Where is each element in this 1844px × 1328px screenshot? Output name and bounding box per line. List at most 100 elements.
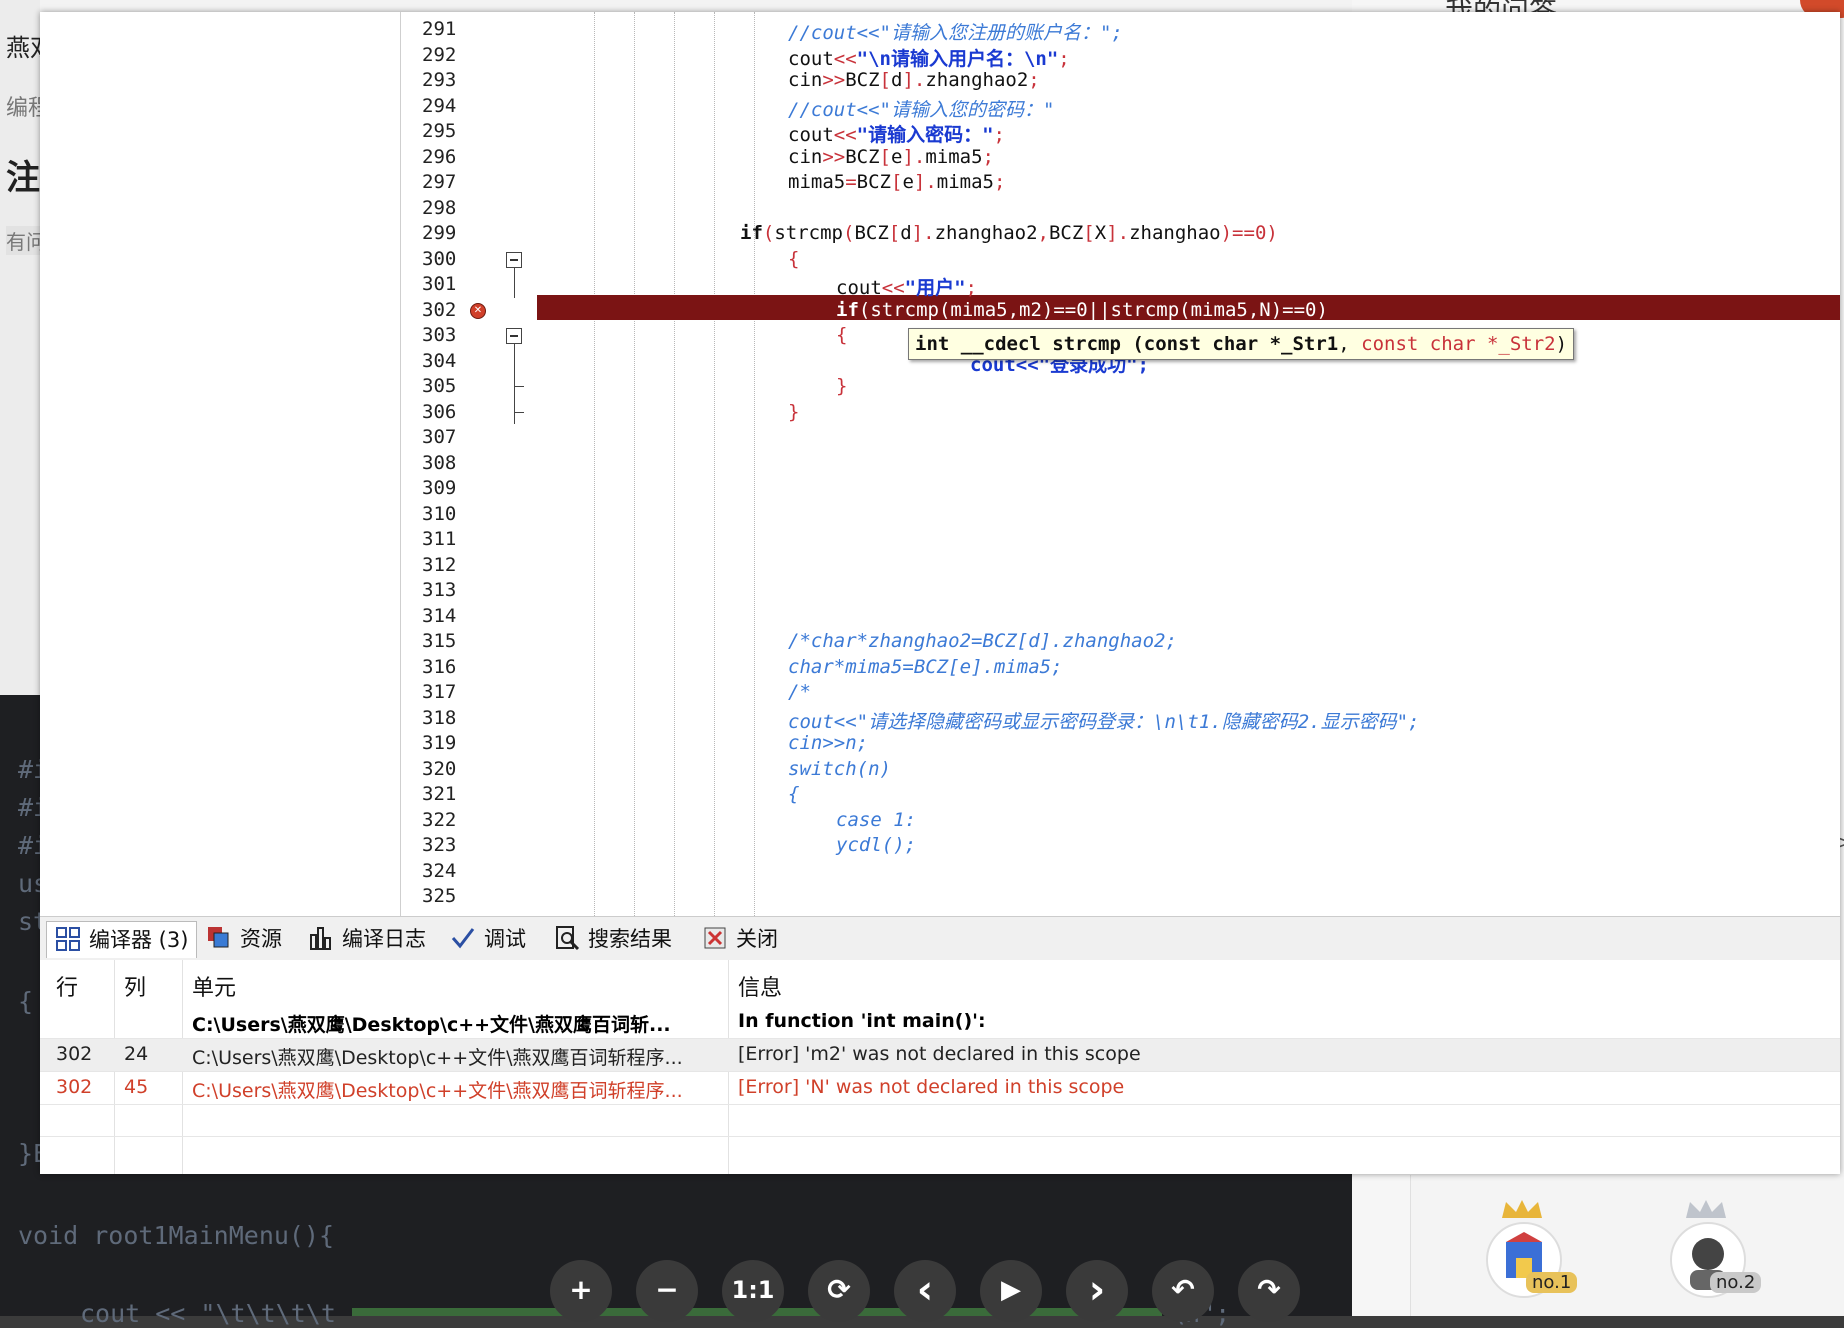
line-number: 292: [422, 44, 457, 66]
bar-chart-icon: [308, 925, 334, 951]
line-number: 294: [422, 95, 457, 117]
tab-search-results[interactable]: 搜索结果: [554, 921, 672, 957]
line-number: 302: [422, 299, 457, 321]
play-button[interactable]: ▶: [980, 1260, 1042, 1322]
line-number: 318: [422, 707, 457, 729]
tab-compiler-label: 编译器 (3): [89, 928, 189, 952]
line-number: 295: [422, 120, 457, 142]
code-line-316: /*char*zhanghao2=BCZ[d].zhanghao2;: [788, 630, 1177, 652]
column-header-line[interactable]: 行: [56, 970, 78, 1002]
line-number: 319: [422, 732, 457, 754]
rotate-button[interactable]: ⟳: [808, 1260, 870, 1322]
fold-toggle-icon[interactable]: [506, 252, 522, 268]
line-number: 308: [422, 452, 457, 474]
column-header-col[interactable]: 列: [124, 970, 146, 1002]
code-line-323: case 1:: [836, 809, 917, 831]
compiler-messages-grid[interactable]: 行 列 单元 信息 C:\Users\燕双鹰\Desktop\c++文件\燕双鹰…: [40, 960, 1840, 1174]
row-unit: C:\Users\燕双鹰\Desktop\c++文件\燕双鹰百词斩程序...: [192, 1080, 683, 1102]
line-number: 312: [422, 554, 457, 576]
code-line-320: cin>>n;: [788, 732, 869, 754]
actual-size-button[interactable]: 1:1: [722, 1260, 784, 1322]
row-divider: [40, 1104, 1840, 1105]
line-number: 310: [422, 503, 457, 525]
ranking-badge-2: no.2: [1710, 1272, 1762, 1293]
line-number: 309: [422, 477, 457, 499]
resources-icon: [206, 925, 232, 951]
column-header-info[interactable]: 信息: [738, 970, 782, 1002]
line-number: 293: [422, 69, 457, 91]
line-number: 304: [422, 350, 457, 372]
line-number: 317: [422, 681, 457, 703]
tab-debug[interactable]: 调试: [450, 921, 526, 957]
code-line-294: //cout<<"请输入您的密码：": [788, 99, 1055, 121]
line-number: 324: [422, 860, 457, 882]
tooltip-param-1: const char *_Str1: [1143, 333, 1339, 355]
tab-compile-log-label: 编译日志: [342, 927, 426, 951]
line-number: 321: [422, 783, 457, 805]
redo-button[interactable]: ↷: [1238, 1260, 1300, 1322]
row-info: [Error] 'm2' was not declared in this sc…: [738, 1043, 1141, 1065]
search-document-icon: [554, 925, 580, 951]
fold-toggle-icon[interactable]: [506, 328, 522, 344]
background-page-top: [0, 0, 1400, 12]
function-signature-tooltip: int __cdecl strcmp (const char *_Str1, c…: [908, 328, 1575, 360]
tab-debug-label: 调试: [484, 927, 526, 951]
fold-margin[interactable]: [478, 12, 536, 916]
tooltip-param-2: const char *_Str2: [1361, 333, 1556, 355]
tab-close[interactable]: 关闭: [702, 921, 778, 957]
line-number: 306: [422, 401, 457, 423]
undo-button[interactable]: ↶: [1152, 1260, 1214, 1322]
code-line-295: cout<<"请输入密码：";: [788, 124, 1005, 146]
line-number: 305: [422, 375, 457, 397]
column-header-unit[interactable]: 单元: [192, 970, 236, 1002]
table-row[interactable]: C:\Users\燕双鹰\Desktop\c++文件\燕双鹰百词斩... In …: [40, 1006, 1840, 1038]
line-number: 307: [422, 426, 457, 448]
project-browser-panel[interactable]: [40, 12, 401, 916]
line-number: 297: [422, 171, 457, 193]
code-line-324: ycdl();: [836, 834, 917, 856]
tooltip-prefix: int __cdecl strcmp (: [915, 333, 1144, 355]
next-button[interactable]: ›: [1066, 1260, 1128, 1322]
code-line-293: cin>>BCZ[d].zhanghao2;: [788, 69, 1040, 91]
tab-compiler[interactable]: 编译器 (3): [46, 921, 198, 958]
code-line-317: char*mima5=BCZ[e].mima5;: [788, 656, 1063, 678]
line-number: 291: [422, 18, 457, 40]
code-line-302: if(strcmp(mima5,m2)==0||strcmp(mima5,N)=…: [836, 299, 1328, 321]
line-number: 325: [422, 885, 457, 907]
bottom-panel-tabs: 编译器 (3) 资源 编译日志 调试 搜索结果 关闭: [40, 916, 1840, 962]
indent-guide: [594, 12, 595, 916]
table-row[interactable]: 302 24 C:\Users\燕双鹰\Desktop\c++文件\燕双鹰百词斩…: [40, 1039, 1840, 1071]
ide-window: 291 292 293 294 295 296 297 298 299 300 …: [40, 12, 1840, 1174]
code-line-292: cout<<"\n请输入用户名：\n";: [788, 48, 1070, 70]
code-editor[interactable]: [536, 12, 1840, 916]
gold-crown-icon: [1500, 1198, 1544, 1220]
silver-crown-icon: [1684, 1198, 1728, 1220]
previous-button[interactable]: ‹: [894, 1260, 956, 1322]
error-marker-icon[interactable]: ✕: [470, 303, 486, 319]
line-number: 320: [422, 758, 457, 780]
checkmark-icon: [450, 925, 476, 951]
row-line: 302: [56, 1076, 93, 1098]
zoom-out-button[interactable]: −: [636, 1260, 698, 1322]
row-col: 45: [124, 1076, 149, 1098]
line-number: 301: [422, 273, 457, 295]
line-number: 313: [422, 579, 457, 601]
tab-close-label: 关闭: [736, 927, 778, 951]
code-line-318: /*: [788, 681, 811, 703]
line-number: 296: [422, 146, 457, 168]
code-line-300: {: [788, 248, 800, 270]
fold-end-tick: [514, 412, 524, 413]
code-line-306: }: [788, 401, 800, 423]
tab-resources[interactable]: 资源: [206, 921, 282, 957]
line-number: 322: [422, 809, 457, 831]
fold-line: [514, 268, 515, 298]
row-info: In function 'int main()':: [738, 1010, 986, 1032]
tab-compile-log[interactable]: 编译日志: [308, 921, 426, 957]
code-line-296: cin>>BCZ[e].mima5;: [788, 146, 994, 168]
table-row[interactable]: 302 45 C:\Users\燕双鹰\Desktop\c++文件\燕双鹰百词斩…: [40, 1072, 1840, 1104]
line-number: 314: [422, 605, 457, 627]
background-title-text: 注: [6, 158, 40, 198]
tooltip-separator: ,: [1338, 333, 1362, 355]
zoom-in-button[interactable]: +: [550, 1260, 612, 1322]
code-line-301: cout<<"用户";: [836, 277, 977, 299]
